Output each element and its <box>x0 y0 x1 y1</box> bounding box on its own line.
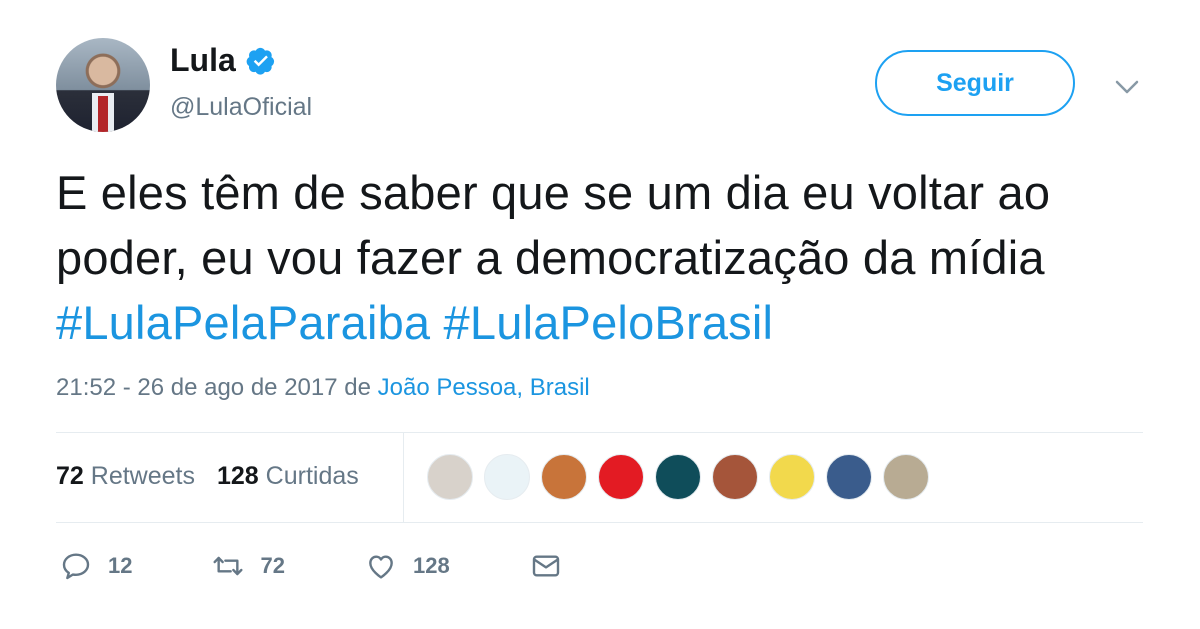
author-name[interactable]: Lula <box>170 42 236 79</box>
liker-avatar[interactable] <box>541 454 587 500</box>
like-count: 128 <box>412 553 450 578</box>
liker-avatar[interactable] <box>826 454 872 500</box>
retweets-count: 72 <box>56 462 84 490</box>
tweet-timestamp[interactable]: 21:52 - 26 de ago de 2017 <box>56 374 338 401</box>
divider-top <box>56 432 1143 433</box>
retweet-icon <box>213 556 244 576</box>
follow-button[interactable]: Seguir <box>875 50 1075 116</box>
liker-avatar[interactable] <box>484 454 530 500</box>
liker-avatar[interactable] <box>655 454 701 500</box>
author-name-row: Lula <box>170 42 276 79</box>
reply-icon <box>62 553 90 580</box>
likes-label: Curtidas <box>265 462 359 490</box>
author-avatar[interactable] <box>56 38 150 132</box>
likes-count: 128 <box>216 462 259 490</box>
tweet-text-body: E eles têm de saber que se um dia eu vol… <box>56 166 1051 284</box>
retweet-button[interactable]: 72 <box>212 550 285 582</box>
liker-avatar[interactable] <box>769 454 815 500</box>
from-word: de <box>344 374 371 401</box>
divider-bottom <box>56 522 1143 523</box>
chevron-down-icon[interactable] <box>1115 78 1139 96</box>
liker-avatar[interactable] <box>883 454 929 500</box>
avatar-tie <box>98 96 108 132</box>
like-button[interactable]: 128 <box>365 550 450 582</box>
liker-avatar[interactable] <box>712 454 758 500</box>
author-handle[interactable]: @LulaOficial <box>170 93 312 122</box>
heart-icon <box>369 555 393 579</box>
retweet-count: 72 <box>260 553 285 578</box>
stats-divider <box>403 433 404 522</box>
tweet-text-space <box>430 296 443 349</box>
likes-stat[interactable]: 128 Curtidas <box>217 462 359 491</box>
liker-avatar[interactable] <box>427 454 473 500</box>
liker-avatar[interactable] <box>598 454 644 500</box>
envelope-icon <box>532 555 559 577</box>
tweet-metadata: 21:52 - 26 de ago de 2017 de João Pessoa… <box>56 374 590 402</box>
retweets-label: Retweets <box>90 462 195 490</box>
tweet-actions: 12 72 128 <box>60 550 602 582</box>
tweet-location-link[interactable]: João Pessoa, Brasil <box>378 374 590 401</box>
reply-button[interactable]: 12 <box>60 550 132 582</box>
verified-badge-icon <box>246 47 274 75</box>
liker-avatars <box>427 454 929 500</box>
retweets-stat[interactable]: 72 Retweets <box>56 462 195 491</box>
hashtag-link[interactable]: #LulaPelaParaiba <box>56 296 430 349</box>
engagement-stats: 72 Retweets 128 Curtidas <box>56 462 359 491</box>
direct-message-button[interactable] <box>530 550 562 582</box>
tweet-text: E eles têm de saber que se um dia eu vol… <box>56 160 1156 355</box>
reply-count: 12 <box>108 553 133 578</box>
hashtag-link[interactable]: #LulaPeloBrasil <box>444 296 774 349</box>
